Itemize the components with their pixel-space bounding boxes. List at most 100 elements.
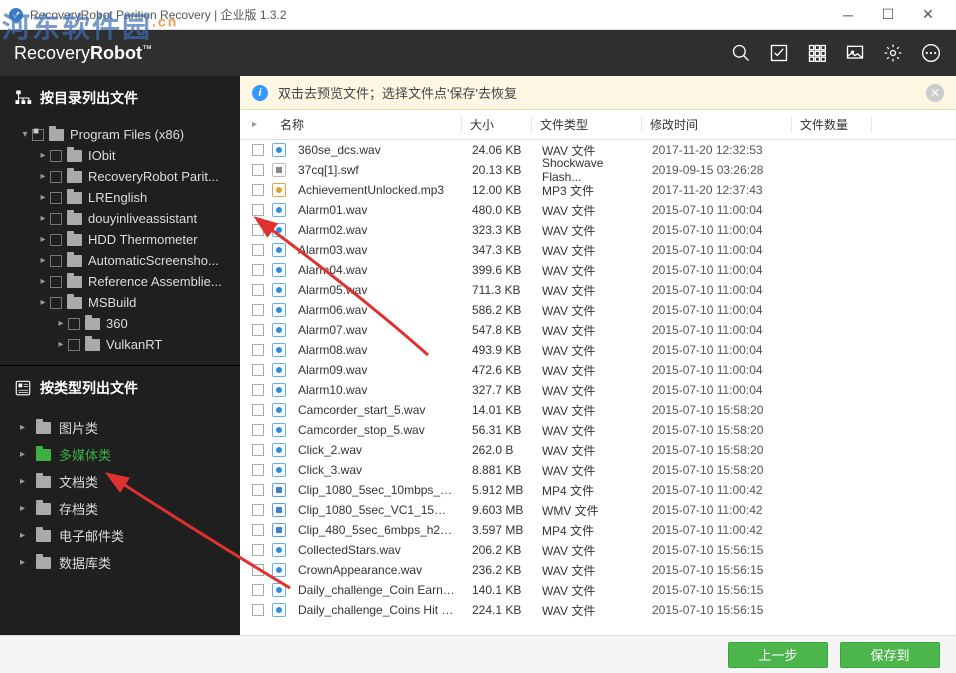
table-row[interactable]: Clip_480_5sec_6mbps_h264... 3.597 MB MP4…: [240, 520, 956, 540]
category-item[interactable]: ▸ 多媒体类: [0, 441, 240, 468]
gear-icon[interactable]: [882, 42, 904, 64]
row-checkbox[interactable]: [252, 244, 264, 256]
row-checkbox[interactable]: [252, 404, 264, 416]
row-checkbox[interactable]: [252, 504, 264, 516]
checkbox[interactable]: [32, 129, 44, 141]
chevron-icon[interactable]: ▸: [54, 318, 68, 329]
chevron-icon[interactable]: ▸: [20, 503, 32, 514]
close-button[interactable]: ✕: [908, 0, 948, 30]
row-checkbox[interactable]: [252, 544, 264, 556]
tree-item[interactable]: ▸ VulkanRT: [0, 334, 240, 355]
minimize-button[interactable]: ─: [828, 0, 868, 30]
column-count[interactable]: 文件数量: [792, 116, 872, 133]
table-row[interactable]: Click_2.wav 262.0 B WAV 文件 2015-07-10 15…: [240, 440, 956, 460]
row-checkbox[interactable]: [252, 384, 264, 396]
row-checkbox[interactable]: [252, 604, 264, 616]
category-item[interactable]: ▸ 数据库类: [0, 549, 240, 576]
tree-item[interactable]: ▸ douyinliveassistant: [0, 208, 240, 229]
table-row[interactable]: 37cq[1].swf 20.13 KB Shockwave Flash... …: [240, 160, 956, 180]
row-checkbox[interactable]: [252, 584, 264, 596]
banner-close-icon[interactable]: ✕: [926, 84, 944, 102]
chevron-icon[interactable]: ▾: [18, 129, 32, 140]
row-checkbox[interactable]: [252, 484, 264, 496]
column-name[interactable]: 名称: [272, 116, 462, 133]
file-table-body[interactable]: 360se_dcs.wav 24.06 KB WAV 文件 2017-11-20…: [240, 140, 956, 635]
row-checkbox[interactable]: [252, 364, 264, 376]
chevron-icon[interactable]: ▸: [36, 255, 50, 266]
prev-button[interactable]: 上一步: [728, 642, 828, 668]
checkbox-icon[interactable]: [768, 42, 790, 64]
chevron-icon[interactable]: ▸: [36, 276, 50, 287]
table-row[interactable]: Alarm03.wav 347.3 KB WAV 文件 2015-07-10 1…: [240, 240, 956, 260]
checkbox[interactable]: [50, 171, 62, 183]
table-row[interactable]: Camcorder_start_5.wav 14.01 KB WAV 文件 20…: [240, 400, 956, 420]
table-row[interactable]: CollectedStars.wav 206.2 KB WAV 文件 2015-…: [240, 540, 956, 560]
search-icon[interactable]: [730, 42, 752, 64]
checkbox[interactable]: [50, 297, 62, 309]
table-row[interactable]: Alarm08.wav 493.9 KB WAV 文件 2015-07-10 1…: [240, 340, 956, 360]
row-checkbox[interactable]: [252, 164, 264, 176]
row-checkbox[interactable]: [252, 344, 264, 356]
more-icon[interactable]: [920, 42, 942, 64]
table-row[interactable]: AchievementUnlocked.mp3 12.00 KB MP3 文件 …: [240, 180, 956, 200]
checkbox[interactable]: [68, 339, 80, 351]
tree-item[interactable]: ▸ HDD Thermometer: [0, 229, 240, 250]
row-checkbox[interactable]: [252, 224, 264, 236]
chevron-icon[interactable]: ▸: [20, 557, 32, 568]
table-row[interactable]: Alarm10.wav 327.7 KB WAV 文件 2015-07-10 1…: [240, 380, 956, 400]
row-checkbox[interactable]: [252, 524, 264, 536]
chevron-icon[interactable]: ▸: [36, 297, 50, 308]
tree-item[interactable]: ▸ AutomaticScreensho...: [0, 250, 240, 271]
chevron-icon[interactable]: ▸: [36, 234, 50, 245]
tree-item[interactable]: ▸ LREnglish: [0, 187, 240, 208]
table-row[interactable]: Clip_1080_5sec_10mbps_h26... 5.912 MB MP…: [240, 480, 956, 500]
save-button[interactable]: 保存到: [840, 642, 940, 668]
table-row[interactable]: Alarm06.wav 586.2 KB WAV 文件 2015-07-10 1…: [240, 300, 956, 320]
category-item[interactable]: ▸ 电子邮件类: [0, 522, 240, 549]
chevron-icon[interactable]: ▸: [20, 449, 32, 460]
tree-item[interactable]: ▸ 360: [0, 313, 240, 334]
chevron-icon[interactable]: ▸: [36, 192, 50, 203]
row-checkbox[interactable]: [252, 424, 264, 436]
checkbox[interactable]: [50, 234, 62, 246]
chevron-icon[interactable]: ▸: [20, 530, 32, 541]
table-row[interactable]: Click_3.wav 8.881 KB WAV 文件 2015-07-10 1…: [240, 460, 956, 480]
table-row[interactable]: CrownAppearance.wav 236.2 KB WAV 文件 2015…: [240, 560, 956, 580]
maximize-button[interactable]: ☐: [868, 0, 908, 30]
checkbox[interactable]: [50, 213, 62, 225]
category-item[interactable]: ▸ 图片类: [0, 414, 240, 441]
column-type[interactable]: 文件类型: [532, 116, 642, 133]
chevron-icon[interactable]: ▸: [20, 422, 32, 433]
chevron-icon[interactable]: ▸: [54, 339, 68, 350]
row-checkbox[interactable]: [252, 284, 264, 296]
table-row[interactable]: Alarm01.wav 480.0 KB WAV 文件 2015-07-10 1…: [240, 200, 956, 220]
table-row[interactable]: Daily_challenge_Coin Earn_a... 140.1 KB …: [240, 580, 956, 600]
checkbox[interactable]: [50, 150, 62, 162]
row-checkbox[interactable]: [252, 304, 264, 316]
row-checkbox[interactable]: [252, 204, 264, 216]
row-checkbox[interactable]: [252, 464, 264, 476]
expand-all-icon[interactable]: ▸: [252, 119, 257, 130]
row-checkbox[interactable]: [252, 144, 264, 156]
checkbox[interactable]: [50, 255, 62, 267]
row-checkbox[interactable]: [252, 184, 264, 196]
category-item[interactable]: ▸ 存档类: [0, 495, 240, 522]
checkbox[interactable]: [68, 318, 80, 330]
tree-item[interactable]: ▸ RecoveryRobot Parit...: [0, 166, 240, 187]
table-row[interactable]: Daily_challenge_Coins Hit pro... 224.1 K…: [240, 600, 956, 620]
row-checkbox[interactable]: [252, 324, 264, 336]
chevron-icon[interactable]: ▸: [36, 150, 50, 161]
table-row[interactable]: Camcorder_stop_5.wav 56.31 KB WAV 文件 201…: [240, 420, 956, 440]
table-row[interactable]: Alarm05.wav 711.3 KB WAV 文件 2015-07-10 1…: [240, 280, 956, 300]
table-row[interactable]: Alarm09.wav 472.6 KB WAV 文件 2015-07-10 1…: [240, 360, 956, 380]
category-item[interactable]: ▸ 文档类: [0, 468, 240, 495]
tree-item[interactable]: ▸ MSBuild: [0, 292, 240, 313]
table-row[interactable]: Alarm07.wav 547.8 KB WAV 文件 2015-07-10 1…: [240, 320, 956, 340]
table-row[interactable]: Clip_1080_5sec_VC1_15mbp... 9.603 MB WMV…: [240, 500, 956, 520]
row-checkbox[interactable]: [252, 264, 264, 276]
checkbox[interactable]: [50, 276, 62, 288]
chevron-icon[interactable]: ▸: [36, 171, 50, 182]
row-checkbox[interactable]: [252, 444, 264, 456]
checkbox[interactable]: [50, 192, 62, 204]
table-row[interactable]: Alarm04.wav 399.6 KB WAV 文件 2015-07-10 1…: [240, 260, 956, 280]
